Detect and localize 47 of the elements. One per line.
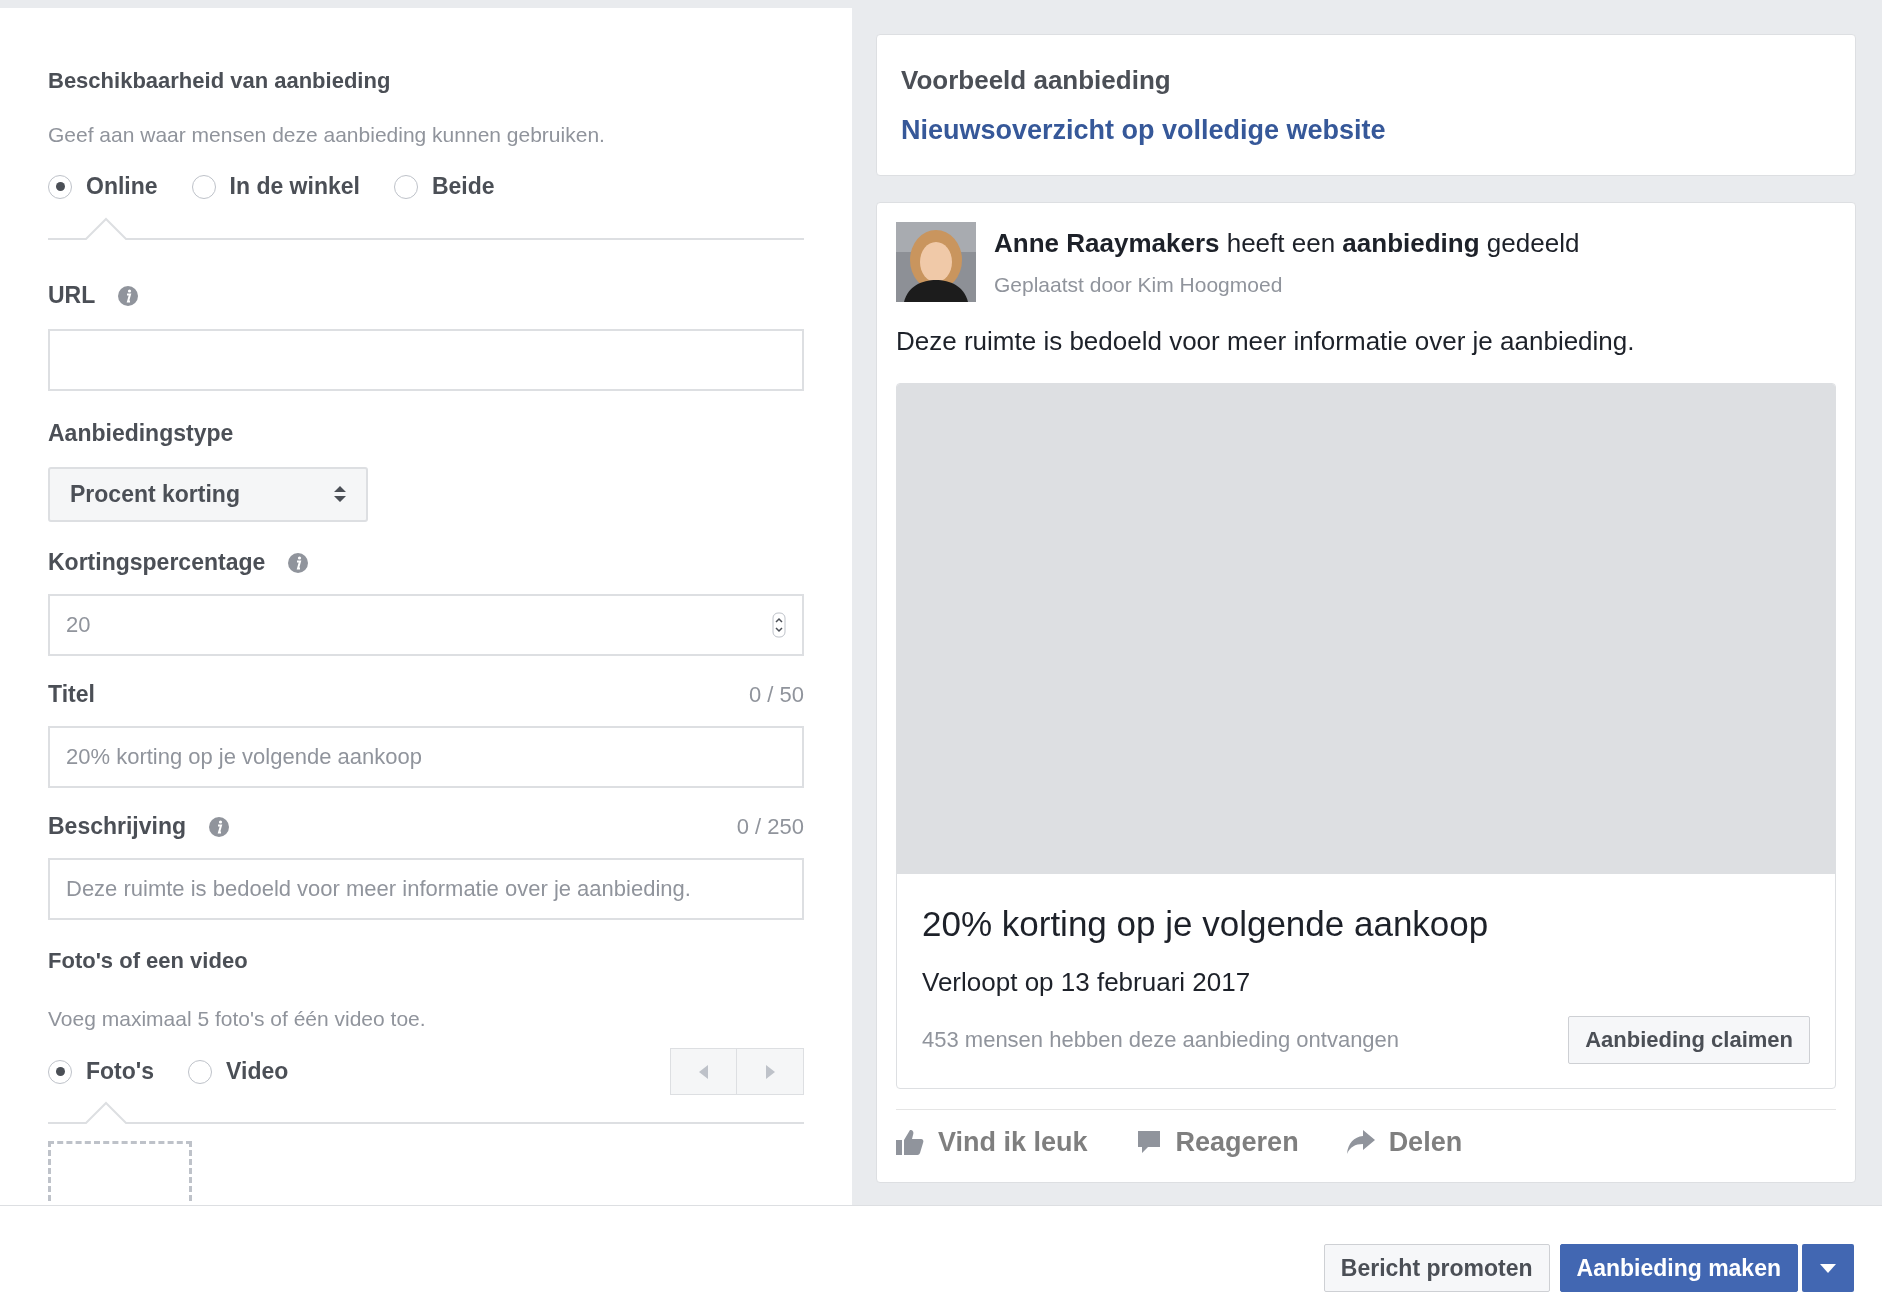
character-counter: 0 / 50	[748, 681, 804, 709]
received-count-text: 453 mensen hebben deze aanbieding ontvangen	[922, 1026, 1400, 1054]
info-icon[interactable]	[287, 551, 310, 574]
field-label: URL	[48, 281, 96, 311]
stepper-icon[interactable]	[772, 611, 786, 638]
offer-title: 20% korting op je volgende aankoop	[922, 903, 1490, 945]
placement-link[interactable]: Nieuwsoverzicht op volledige website	[901, 110, 1831, 151]
radio-option[interactable]: Online	[48, 169, 158, 204]
share-button[interactable]: Delen	[1346, 1121, 1463, 1162]
card-title: Voorbeeld aanbieding	[901, 64, 1172, 97]
section-heading: Beschikbaarheid van aanbieding	[48, 67, 392, 95]
url-input[interactable]	[48, 328, 804, 391]
caret-right-icon	[765, 1064, 775, 1079]
like-button[interactable]: Vind ik leuk	[896, 1121, 1088, 1162]
radio-option[interactable]: Video	[188, 1054, 289, 1089]
dropdown-button[interactable]	[1802, 1244, 1854, 1292]
speech-bubble-icon	[1135, 1128, 1162, 1155]
caret-left-icon	[699, 1064, 708, 1079]
posted-by-text: Geplaatst door Kim Hoogmoed	[994, 272, 1284, 298]
upload-dropzone[interactable]	[48, 1141, 192, 1201]
title-input[interactable]: 20% korting op je volgende aankoop	[48, 725, 804, 788]
expiry-text: Verloopt op 13 februari 2017	[922, 965, 1252, 999]
info-icon[interactable]	[208, 815, 231, 838]
hint-text: Voeg maximaal 5 foto's of één video toe.	[48, 1005, 427, 1032]
field-label: Kortingspercentage	[48, 548, 266, 578]
share-arrow-icon	[1346, 1129, 1375, 1154]
info-icon[interactable]	[117, 284, 140, 307]
offer-type-select[interactable]: Procent korting	[48, 466, 368, 522]
thumbs-up-icon	[896, 1128, 924, 1155]
field-label: Beschrijving	[48, 812, 187, 842]
post-text: Deze ruimte is bedoeld voor meer informatie over je aanbieding.	[896, 325, 1636, 358]
comment-button[interactable]: Reageren	[1135, 1121, 1299, 1162]
field-label: Titel	[48, 680, 95, 710]
sort-icon	[334, 486, 346, 502]
hint-text: Geef aan waar mensen deze aanbieding kunnen gebruiken.	[48, 122, 606, 148]
claim-button[interactable]: Aanbieding claimen	[1568, 1015, 1810, 1064]
caret-down-icon	[1820, 1263, 1836, 1273]
section-heading: Foto's of een video	[48, 946, 249, 975]
field-label: Aanbiedingstype	[48, 419, 234, 449]
description-input[interactable]: Deze ruimte is bedoeld voor meer informatie over je aanbieding.	[48, 857, 804, 920]
radio-option[interactable]: In de winkel	[191, 169, 360, 204]
create-offer-button[interactable]: Aanbieding maken	[1559, 1244, 1798, 1292]
radio-option[interactable]: Foto's	[48, 1054, 155, 1089]
promote-button[interactable]: Bericht promoten	[1323, 1244, 1550, 1292]
character-counter: 0 / 250	[736, 813, 804, 841]
post-headline: Anne Raaymakers heeft een aanbieding gedeeld	[994, 227, 1580, 260]
radio-option[interactable]: Beide	[393, 169, 495, 204]
